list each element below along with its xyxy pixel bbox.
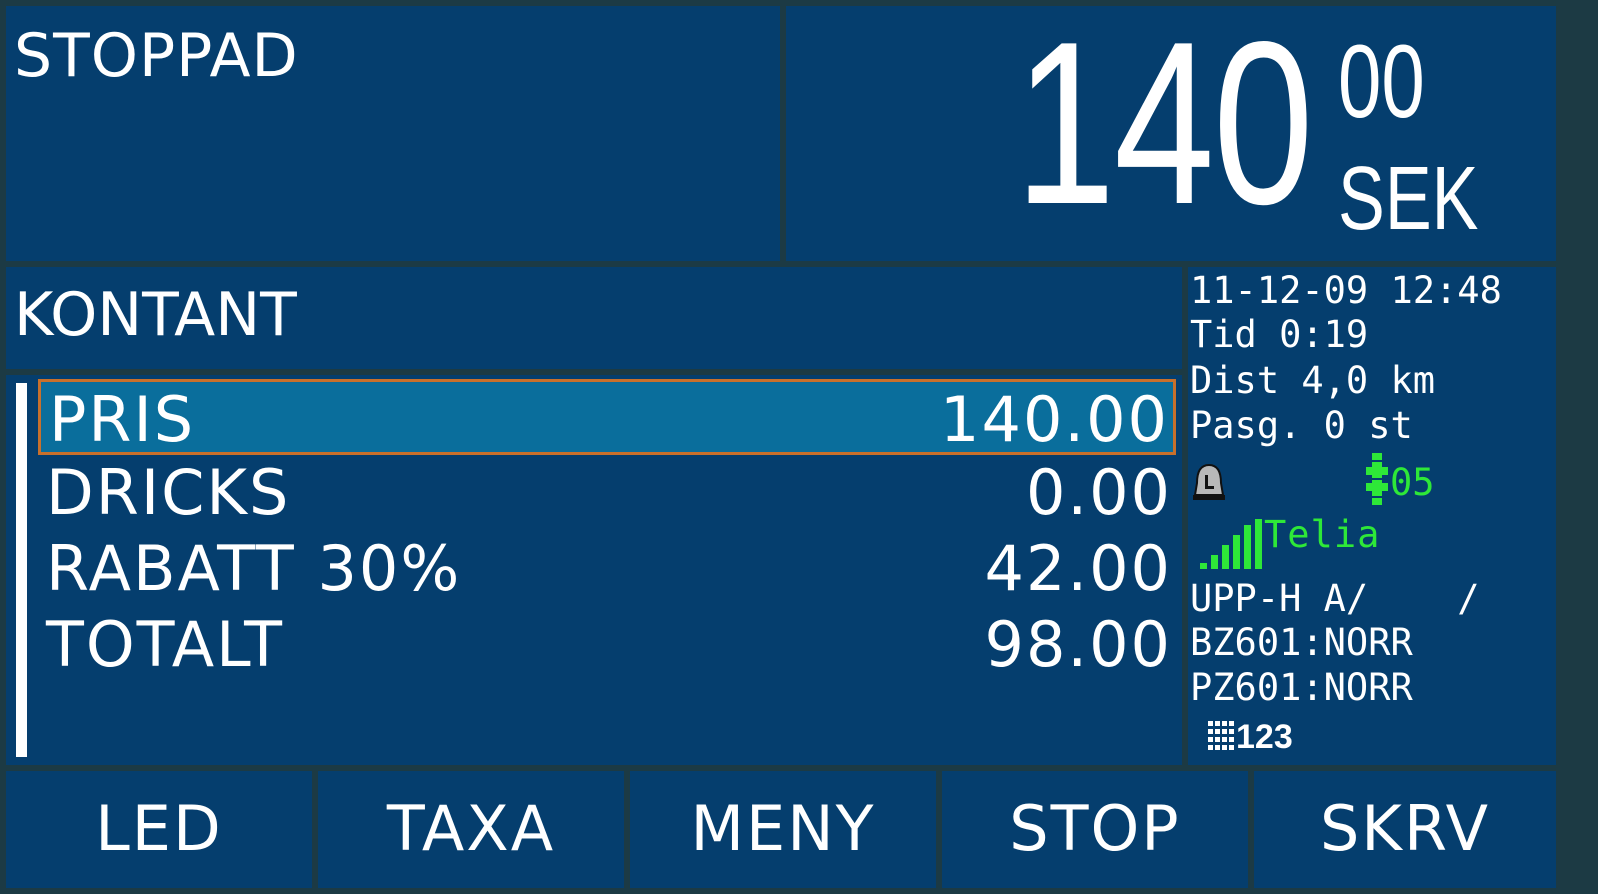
price-row-rabatt[interactable]: RABATT 30% 42.00: [38, 531, 1176, 607]
softkey-label: STOP: [1009, 792, 1181, 865]
price-list: PRIS 140.00 DRICKS 0.00 RABATT 30% 42.00…: [6, 375, 1182, 765]
trip-info-panel: 11-12-09 12:48 Tid 0:19 Dist 4,0 km Pasg…: [1188, 267, 1556, 765]
passenger-count: Pasg. 0 st: [1190, 404, 1413, 447]
softkey-skrv[interactable]: SKRV: [1254, 771, 1556, 888]
row-label: TOTALT: [46, 608, 285, 681]
softkey-label: TAXA: [386, 792, 556, 865]
price-row-dricks[interactable]: DRICKS 0.00: [38, 455, 1176, 531]
softkey-label: SKRV: [1319, 792, 1491, 865]
scrollbar-thumb[interactable]: [16, 383, 27, 757]
row-label: RABATT 30%: [46, 532, 462, 605]
fare-amount: 140: [1014, 0, 1314, 253]
signal-strength-icon: [1200, 519, 1262, 569]
softkey-label: LED: [95, 792, 223, 865]
trip-time: Tid 0:19: [1190, 313, 1369, 356]
softkey-stop[interactable]: STOP: [942, 771, 1248, 888]
network-operator: Telia: [1264, 513, 1381, 556]
softkey-taxa[interactable]: TAXA: [318, 771, 624, 888]
fare-cents: 00: [1338, 24, 1425, 140]
row-label: PRIS: [49, 383, 196, 456]
input-mode: 123: [1236, 718, 1293, 756]
datetime: 11-12-09 12:48: [1190, 269, 1502, 312]
softkey-meny[interactable]: MENY: [630, 771, 936, 888]
trip-distance: Dist 4,0 km: [1190, 359, 1436, 402]
row-value: 42.00: [984, 532, 1172, 605]
keypad-icon: [1208, 721, 1234, 750]
trip-status-panel: STOPPAD: [6, 6, 780, 261]
payment-mode-panel[interactable]: KONTANT: [6, 267, 1182, 369]
pz-zone: PZ601:NORR: [1190, 666, 1413, 709]
softkey-label: MENY: [690, 792, 876, 865]
price-row-pris[interactable]: PRIS 140.00: [38, 379, 1176, 456]
upp-h-status: UPP-H A/ /: [1190, 577, 1480, 620]
row-label: DRICKS: [46, 456, 291, 529]
row-value: 0.00: [1025, 456, 1172, 529]
fare-display: 140 00 SEK: [786, 6, 1556, 261]
softkey-led[interactable]: LED: [6, 771, 312, 888]
row-value: 140.00: [940, 383, 1169, 456]
bz-zone: BZ601:NORR: [1190, 621, 1413, 664]
alarm-bell-icon: [1193, 463, 1225, 500]
payment-mode: KONTANT: [14, 280, 297, 350]
gps-satellite-icon: [1366, 453, 1388, 505]
row-value: 98.00: [984, 608, 1172, 681]
trip-status: STOPPAD: [14, 21, 299, 91]
price-row-totalt[interactable]: TOTALT 98.00: [38, 607, 1176, 683]
gps-satellite-count: 05: [1390, 461, 1435, 504]
fare-currency: SEK: [1338, 149, 1479, 249]
